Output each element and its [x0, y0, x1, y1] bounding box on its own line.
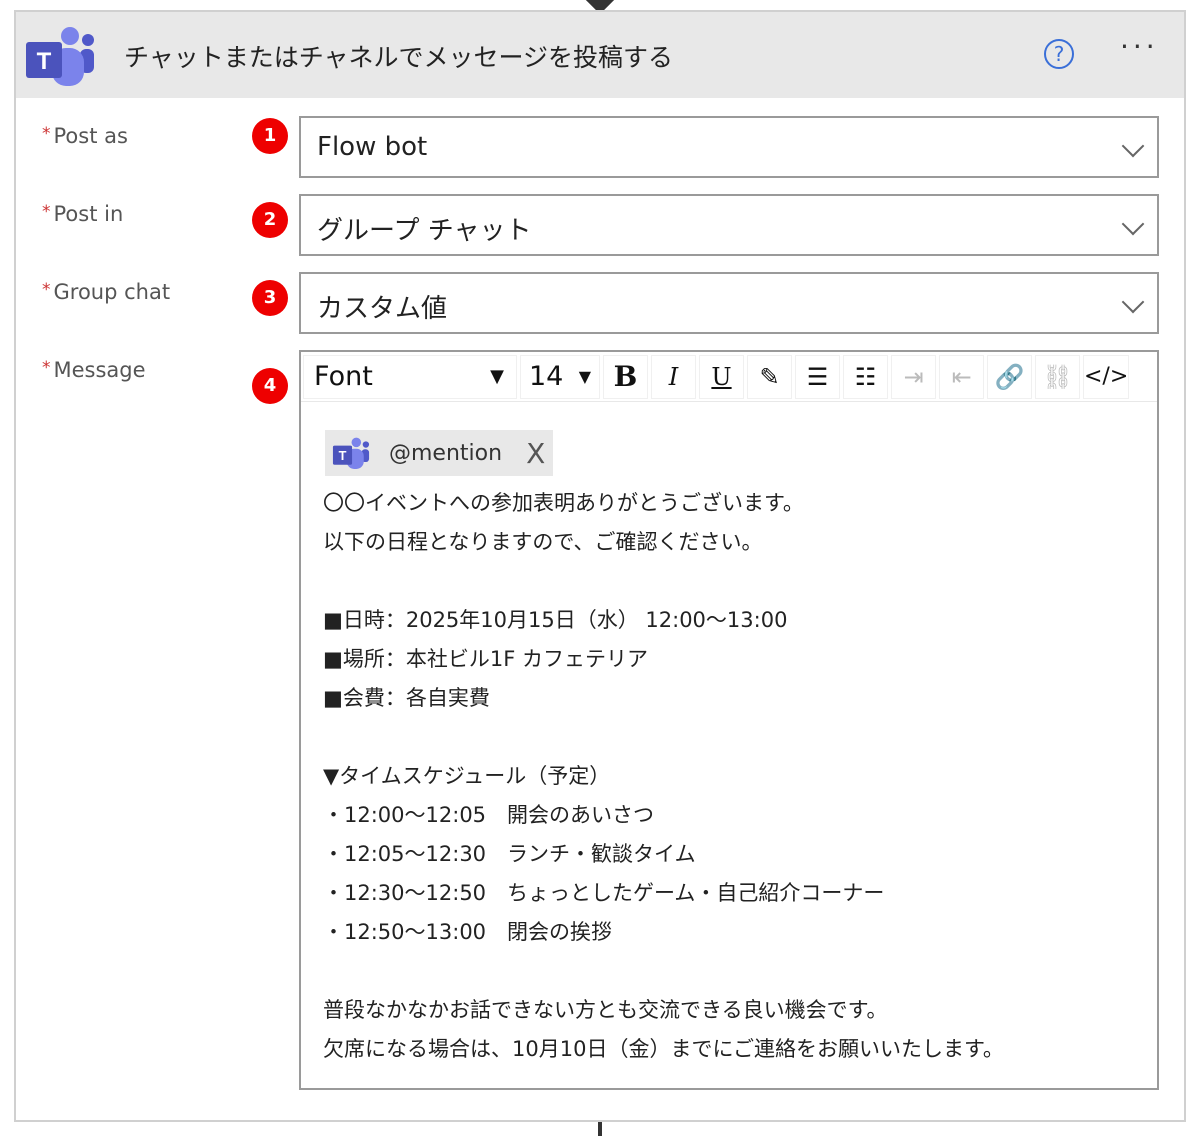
post-in-label: * Post in: [42, 202, 124, 226]
message-line: ▼タイムスケジュール（予定）: [323, 764, 611, 788]
dropdown-arrow-icon: ▼: [490, 366, 504, 387]
mention-text: @mention: [389, 440, 503, 466]
message-line: ■日時：2025年10月15日（水） 12:00〜13:00: [323, 608, 788, 632]
help-icon[interactable]: ?: [1044, 39, 1074, 69]
card-header[interactable]: T チャットまたはチャネルでメッセージを投稿する ? ···: [16, 12, 1184, 98]
increase-indent-icon[interactable]: ⇥: [891, 354, 936, 399]
group-chat-dropdown[interactable]: カスタム値: [299, 272, 1159, 334]
message-line: 以下の日程となりますので、ご確認ください。: [323, 530, 763, 554]
italic-button[interactable]: I: [651, 354, 696, 399]
dropdown-arrow-icon: ▼: [578, 367, 591, 386]
font-size-select[interactable]: 14 ▼: [520, 354, 600, 399]
message-line: ・12:30〜12:50 ちょっとしたゲーム・自己紹介コーナー: [323, 881, 885, 905]
action-card: T チャットまたはチャネルでメッセージを投稿する ? ··· * Post as …: [14, 10, 1186, 1122]
step-badge-2: 2: [252, 202, 288, 238]
message-line: [323, 952, 1004, 991]
highlight-pen-icon[interactable]: ✎: [747, 354, 792, 399]
teams-logo-icon: T: [26, 27, 94, 86]
post-as-dropdown[interactable]: Flow bot: [299, 116, 1159, 178]
post-as-label: * Post as: [42, 124, 128, 148]
post-in-dropdown[interactable]: グループ チャット: [299, 194, 1159, 256]
message-line: 〇〇イベントへの参加表明ありがとうございます。: [323, 491, 804, 515]
bold-button[interactable]: B: [603, 354, 648, 399]
unlink-icon[interactable]: ⛓: [1035, 354, 1080, 399]
connector-line-bottom: [598, 1122, 602, 1136]
font-select[interactable]: Font ▼: [303, 354, 517, 399]
message-line: [323, 562, 1004, 601]
chevron-down-icon: [1121, 134, 1145, 158]
svg-text:T: T: [37, 48, 52, 75]
teams-icon: T: [332, 437, 370, 469]
editor-toolbar: Font ▼ 14 ▼ B I U ✎ ☰ ☷ ⇥ ⇤ 🔗 ⛓ </>: [301, 352, 1157, 402]
svg-text:T: T: [339, 448, 347, 463]
group-chat-label: * Group chat: [42, 280, 171, 304]
bulleted-list-icon[interactable]: ☰: [795, 354, 840, 399]
mention-token[interactable]: T @mention X: [325, 430, 553, 476]
step-badge-1: 1: [252, 118, 288, 154]
chevron-down-icon: [1121, 290, 1145, 314]
link-icon[interactable]: 🔗: [987, 354, 1032, 399]
message-body[interactable]: 〇〇イベントへの参加表明ありがとうございます。 以下の日程となりますので、ご確認く…: [323, 484, 1004, 1069]
message-line: 欠席になる場合は、10月10日（金）までにご連絡をお願いいたします。: [323, 1037, 1004, 1061]
step-badge-3: 3: [252, 280, 288, 316]
message-editor[interactable]: Font ▼ 14 ▼ B I U ✎ ☰ ☷ ⇥ ⇤ 🔗 ⛓ </> T @men…: [299, 350, 1159, 1090]
code-view-button[interactable]: </>: [1083, 354, 1130, 399]
message-line: ■場所：本社ビル1F カフェテリア: [323, 647, 648, 671]
underline-button[interactable]: U: [699, 354, 744, 399]
remove-mention-icon[interactable]: X: [526, 437, 545, 470]
chevron-down-icon: [1121, 212, 1145, 236]
message-line: ■会費：各自実費: [323, 686, 490, 710]
message-label: * Message: [42, 358, 146, 382]
message-line: ・12:05〜12:30 ランチ・歓談タイム: [323, 842, 696, 866]
step-badge-4: 4: [252, 368, 288, 404]
message-line: [323, 718, 1004, 757]
message-line: ・12:50〜13:00 閉会の挨拶: [323, 920, 613, 944]
message-line: 普段なかなかお話できない方とも交流できる良い機会です。: [323, 998, 888, 1022]
numbered-list-icon[interactable]: ☷: [843, 354, 888, 399]
message-line: ・12:00〜12:05 開会のあいさつ: [323, 803, 655, 827]
action-title: チャットまたはチャネルでメッセージを投稿する: [124, 43, 674, 72]
decrease-indent-icon[interactable]: ⇤: [939, 354, 984, 399]
more-options-icon[interactable]: ···: [1120, 30, 1159, 63]
